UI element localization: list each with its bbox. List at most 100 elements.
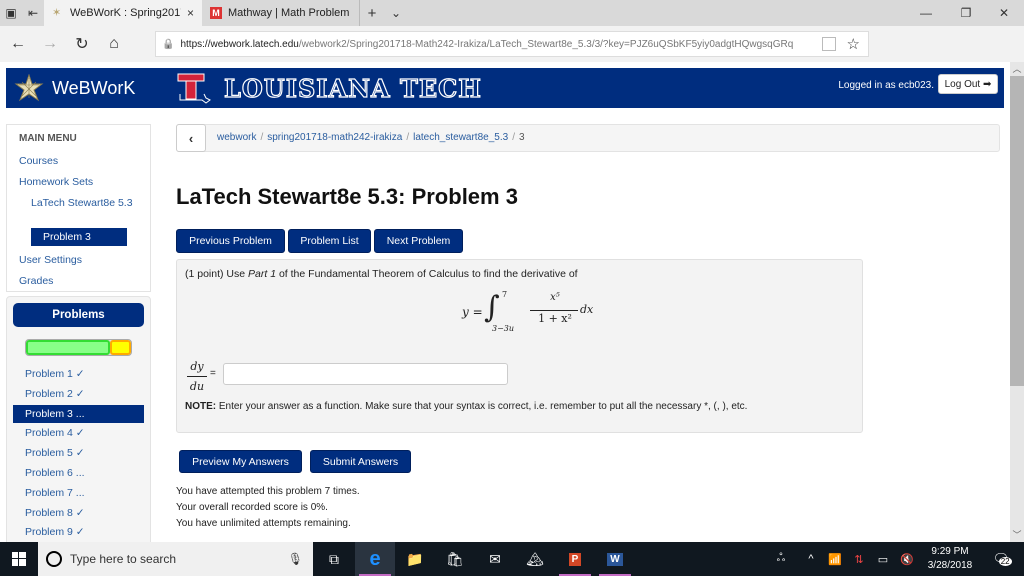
back-arrow-icon[interactable]: ←	[2, 26, 34, 62]
browser-nav-bar: ← → ↻ ⌂ 🔒 https://webwork.latech.edu/web…	[0, 26, 1024, 78]
mail-icon[interactable]: ✉	[475, 542, 515, 576]
next-problem-button[interactable]: Next Problem	[374, 229, 463, 253]
scroll-down-icon[interactable]: ﹀	[1010, 528, 1024, 542]
breadcrumb-back-button[interactable]: ‹	[176, 124, 206, 152]
problems-panel-title: Problems	[13, 303, 144, 327]
home-icon[interactable]: ⌂	[98, 26, 130, 62]
fraction-bar	[530, 310, 578, 311]
url-host: https://webwork.latech.edu	[180, 38, 299, 50]
breadcrumb-link[interactable]: spring201718-math242-irakiza	[267, 132, 402, 143]
set-progress-bar	[25, 339, 132, 356]
file-explorer-icon[interactable]: 📁	[395, 542, 435, 576]
problem-list-item[interactable]: Problem 7 ...	[13, 484, 144, 502]
denominator: 1 + x²	[538, 312, 572, 325]
problem-list-item[interactable]: Problem 8 ✓	[13, 504, 144, 522]
louisiana-tech-wordmark: LOUISIANA TECH	[223, 73, 482, 103]
latech-t-logo-icon	[177, 73, 211, 104]
search-placeholder: Type here to search	[70, 552, 177, 566]
start-button[interactable]	[0, 542, 38, 576]
system-clock[interactable]: 9:29 PM 3/28/2018	[920, 545, 980, 573]
battery-icon[interactable]: ▭	[872, 542, 894, 576]
wifi-icon[interactable]: 📶	[824, 542, 846, 576]
menu-item-user-settings[interactable]: User Settings	[19, 254, 82, 266]
problem-list-item[interactable]: Problem 3 ...	[13, 404, 144, 423]
problem-list-item[interactable]: Problem 2 ✓	[13, 385, 144, 403]
upper-limit: 7	[502, 290, 508, 299]
store-icon[interactable]: 🛍	[435, 542, 475, 576]
answer-input[interactable]	[223, 363, 508, 385]
powerpoint-icon[interactable]: P	[555, 542, 595, 576]
photos-icon[interactable]: 🏔	[515, 542, 555, 576]
page-scrollbar[interactable]: ︿ ﹀	[1010, 62, 1024, 542]
tab-webwork[interactable]: ✶ WeBWorK : Spring2017 ×	[44, 0, 202, 26]
submit-answers-button[interactable]: Submit Answers	[310, 450, 411, 473]
preview-answers-button[interactable]: Preview My Answers	[179, 450, 302, 473]
problem-list-item[interactable]: Problem 9 ✓	[13, 523, 144, 541]
note-label: NOTE:	[185, 401, 217, 412]
forward-arrow-icon[interactable]: →	[34, 26, 66, 62]
logged-in-status: Logged in as ecb023.	[838, 80, 934, 91]
problems-panel: Problems Problem 1 ✓ Problem 2 ✓ Problem 3…	[6, 296, 151, 542]
word-icon[interactable]: W	[595, 542, 635, 576]
problem-list-item[interactable]: Problem 4 ✓	[13, 424, 144, 442]
breadcrumb-link[interactable]: latech_stewart8e_5.3	[413, 132, 508, 143]
browser-tab-bar: ▣ ⇤ ✶ WeBWorK : Spring2017 × M Mathway |…	[0, 0, 1024, 26]
tab-title: Mathway | Math Problem Sc	[228, 7, 351, 19]
taskbar-search-box[interactable]: Type here to search 🎙	[38, 542, 313, 576]
clock-date: 3/28/2018	[927, 560, 973, 571]
scroll-up-icon[interactable]: ︿	[1010, 62, 1024, 76]
cortana-icon	[46, 551, 62, 567]
differential: dx	[580, 303, 594, 316]
dydu-denominator: du	[189, 380, 205, 393]
webpage: WeBWorK LOUISIANA TECH Logged in as ecb0…	[0, 62, 1010, 542]
previous-problem-button[interactable]: Previous Problem	[176, 229, 285, 253]
window-close-icon[interactable]: ✕	[984, 0, 1024, 26]
favorite-star-icon[interactable]: ☆	[847, 35, 860, 53]
show-hidden-icons-chevron[interactable]: ^	[800, 542, 822, 576]
problem-box: (1 point) Use Part 1 of the Fundamental …	[176, 259, 863, 433]
problem-list-item[interactable]: Problem 5 ✓	[13, 444, 144, 462]
edge-browser-icon[interactable]: e	[355, 542, 395, 576]
problem-list-item[interactable]: Problem 1 ✓	[13, 365, 144, 383]
notification-count: 22	[998, 557, 1012, 566]
tab-list-chevron-icon[interactable]: ⌄	[384, 6, 408, 20]
problem-statement: (1 point) Use Part 1 of the Fundamental …	[185, 268, 578, 280]
scrollbar-thumb[interactable]	[1010, 76, 1024, 386]
menu-item-current-problem[interactable]: Problem 3	[31, 228, 127, 246]
set-tabs-aside-icon[interactable]: ⇤	[22, 0, 44, 26]
webwork-logo-text[interactable]: WeBWorK	[52, 78, 135, 99]
menu-item-courses[interactable]: Courses	[19, 155, 58, 167]
problem-text: of the Fundamental Theorem of Calculus t…	[276, 268, 578, 280]
people-icon[interactable]: ஃ	[768, 542, 794, 576]
tab-preview-icon[interactable]: ▣	[0, 0, 22, 26]
mathway-favicon-icon: M	[210, 7, 222, 19]
menu-item-grades[interactable]: Grades	[19, 275, 53, 287]
problem-list-button[interactable]: Problem List	[288, 229, 371, 253]
menu-item-current-set[interactable]: LaTech Stewart8e 5.3	[31, 195, 141, 211]
address-bar[interactable]: 🔒 https://webwork.latech.edu/webwork2/Sp…	[155, 31, 869, 57]
numerator: x⁵	[550, 292, 560, 303]
breadcrumb-separator: /	[406, 132, 410, 143]
volume-muted-icon[interactable]: 🔇	[896, 542, 918, 576]
refresh-icon[interactable]: ↻	[66, 26, 98, 62]
clock-time: 9:29 PM	[931, 546, 969, 557]
breadcrumb-link[interactable]: webwork	[217, 132, 256, 143]
close-tab-icon[interactable]: ×	[187, 6, 194, 20]
louisiana-tech-logo: LOUISIANA TECH	[176, 72, 482, 104]
tab-mathway[interactable]: M Mathway | Math Problem Sc	[202, 0, 360, 26]
logout-button[interactable]: Log Out ➡	[938, 74, 998, 94]
menu-item-homework-sets[interactable]: Homework Sets	[19, 176, 93, 188]
new-tab-icon[interactable]: +	[360, 5, 384, 22]
breadcrumb: ‹ webwork / spring201718-math242-irakiza / l…	[176, 124, 1000, 152]
network-alert-icon[interactable]: ⇅	[848, 542, 870, 576]
problem-list-item[interactable]: Problem 6 ...	[13, 464, 144, 482]
windows-taskbar: Type here to search 🎙 ⧉ e 📁 🛍 ✉ 🏔 P W	[0, 542, 1024, 576]
action-center-icon[interactable]: 🗨22	[986, 542, 1016, 576]
minimize-icon[interactable]: —	[906, 0, 946, 26]
task-view-icon[interactable]: ⧉	[313, 542, 355, 576]
reading-view-icon[interactable]	[822, 37, 836, 51]
microphone-icon[interactable]: 🎙	[288, 552, 303, 566]
restore-icon[interactable]: ❐	[946, 0, 986, 26]
attempts-remaining: You have unlimited attempts remaining.	[176, 518, 351, 529]
note-text: NOTE: Enter your answer as a function. M…	[185, 401, 747, 412]
